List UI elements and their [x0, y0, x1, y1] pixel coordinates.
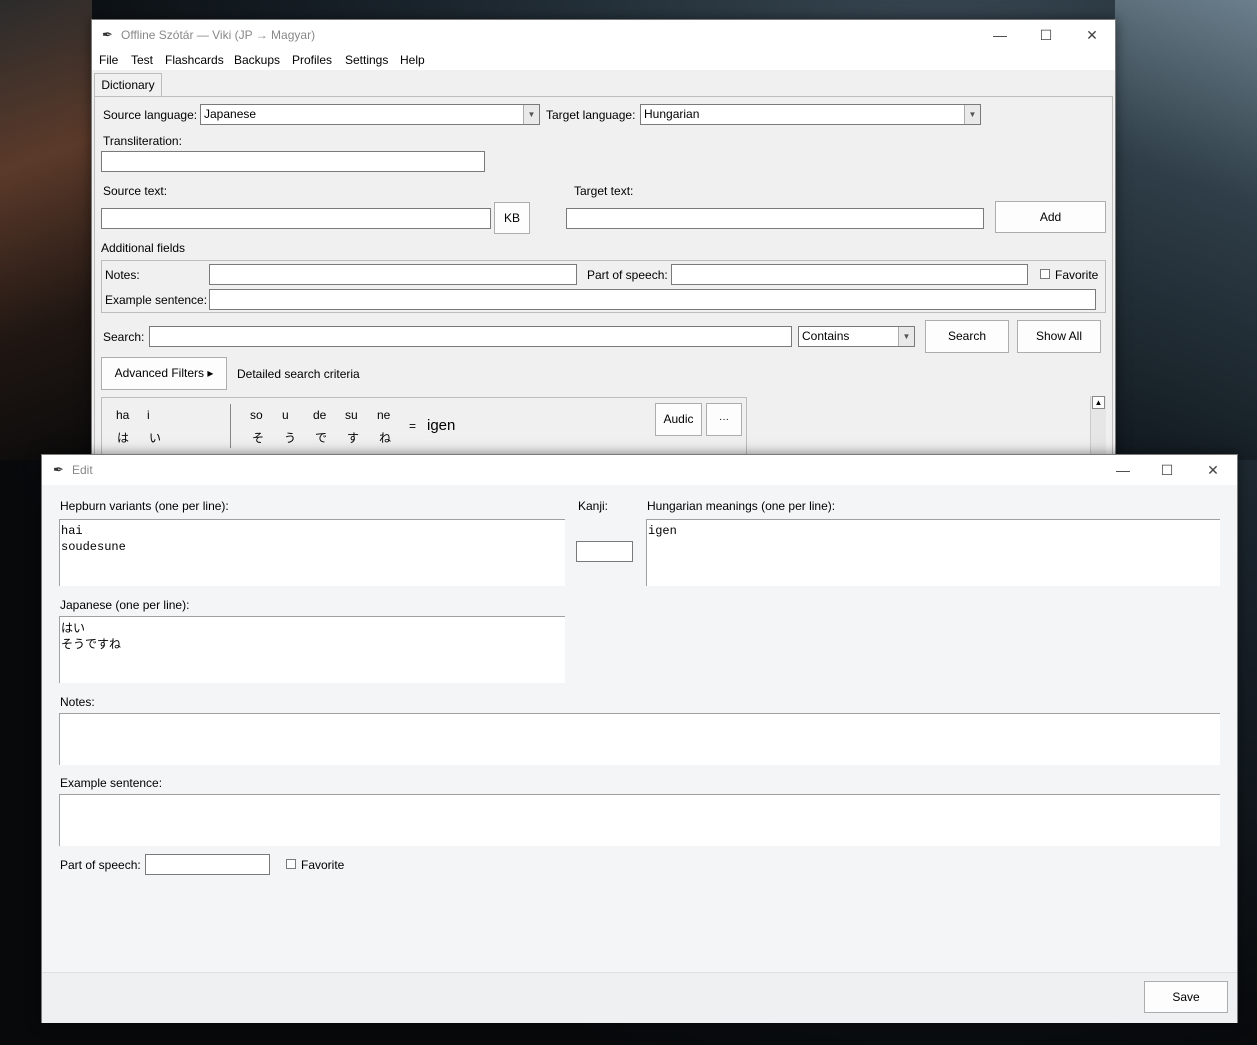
hungarian-textarea[interactable]: igen [646, 519, 1220, 586]
minimize-icon[interactable]: — [990, 25, 1010, 45]
hepburn-label: Hepburn variants (one per line): [60, 499, 229, 513]
chevron-down-icon[interactable]: ▼ [964, 105, 980, 124]
japanese-textarea[interactable]: はい そうですね [59, 616, 565, 683]
maximize-icon[interactable]: ☐ [1157, 460, 1177, 480]
japanese-label: Japanese (one per line): [60, 598, 190, 612]
edit-footer [42, 972, 1237, 1023]
results-scrollbar[interactable]: ▲ [1090, 396, 1106, 456]
romaji: ne [377, 408, 391, 422]
menu-flashcards[interactable]: Flashcards [165, 53, 224, 67]
notes-input[interactable] [209, 264, 577, 285]
source-language-value: Japanese [204, 107, 257, 121]
part-of-speech-label: Part of speech: [60, 858, 141, 872]
favorite-label: Favorite [301, 858, 345, 872]
additional-fields-label: Additional fields [101, 241, 186, 255]
source-text-label: Source text: [103, 184, 168, 198]
kana: は [117, 431, 130, 445]
chevron-down-icon[interactable]: ▼ [898, 327, 914, 346]
favorite-checkbox[interactable] [286, 859, 296, 869]
transliteration-input[interactable] [101, 151, 485, 172]
example-sentence-input[interactable] [209, 289, 1096, 310]
menu-settings[interactable]: Settings [345, 53, 388, 67]
notes-textarea[interactable] [59, 713, 1220, 765]
target-language-label: Target language: [546, 108, 636, 122]
search-mode-select[interactable]: Contains ▼ [798, 326, 915, 347]
menubar: File Test Flashcards Backups Profiles Se… [92, 50, 1115, 70]
tab-dictionary[interactable]: Dictionary [94, 73, 162, 97]
keyboard-button[interactable]: KB [494, 202, 530, 234]
romaji: i [147, 408, 150, 422]
kana: う [284, 431, 297, 445]
main-window-title: Offline Szótár — Viki (JP → Magyar) [121, 28, 316, 42]
feather-icon: ✒ [53, 462, 64, 477]
equals-sign: = [409, 419, 417, 433]
part-of-speech-input[interactable] [671, 264, 1028, 285]
menu-profiles[interactable]: Profiles [292, 53, 332, 67]
example-sentence-label: Example sentence: [60, 776, 163, 790]
hungarian-label: Hungarian meanings (one per line): [647, 499, 836, 513]
target-language-select[interactable]: Hungarian ▼ [640, 104, 981, 125]
chevron-down-icon[interactable]: ▼ [523, 105, 539, 124]
menu-file[interactable]: File [99, 53, 118, 67]
search-mode-value: Contains [802, 329, 850, 343]
close-icon[interactable]: ✕ [1082, 25, 1102, 45]
search-input[interactable] [149, 326, 792, 347]
menu-help[interactable]: Help [400, 53, 425, 67]
show-all-button[interactable]: Show All [1017, 320, 1101, 353]
hepburn-textarea[interactable]: hai soudesune [59, 519, 565, 586]
advanced-filters-button[interactable]: Advanced Filters ▸ [101, 357, 227, 390]
add-button[interactable]: Add [995, 201, 1106, 233]
audio-button[interactable]: Audic [655, 403, 702, 436]
target-text-input[interactable] [566, 208, 984, 229]
kana: で [315, 431, 328, 445]
source-text-input[interactable] [101, 208, 491, 229]
romaji: so [250, 408, 263, 422]
target-language-value: Hungarian [644, 107, 700, 121]
maximize-icon[interactable]: ☐ [1036, 25, 1056, 45]
close-icon[interactable]: ✕ [1203, 460, 1223, 480]
result-row[interactable]: ha は i い so そ u う de で su す ne ね = igen … [102, 398, 746, 454]
kana: ね [379, 431, 392, 445]
kanji-label: Kanji: [578, 499, 609, 513]
search-button[interactable]: Search [925, 320, 1009, 353]
search-label: Search: [103, 330, 145, 344]
scroll-up-icon[interactable]: ▲ [1092, 396, 1105, 409]
source-language-select[interactable]: Japanese ▼ [200, 104, 540, 125]
edit-window-title: Edit [72, 463, 93, 477]
notes-label: Notes: [105, 268, 140, 282]
part-of-speech-input[interactable] [145, 854, 270, 875]
edit-titlebar[interactable]: ✒ Edit — ☐ ✕ [42, 455, 1237, 485]
menu-test[interactable]: Test [131, 53, 153, 67]
notes-label: Notes: [60, 695, 95, 709]
example-sentence-label: Example sentence: [105, 293, 208, 307]
more-button[interactable]: ··· [706, 403, 742, 436]
favorite-checkbox[interactable] [1040, 269, 1050, 279]
kana: す [347, 431, 360, 445]
part-of-speech-label: Part of speech: [587, 268, 668, 282]
kana: そ [252, 431, 265, 445]
detailed-criteria-label: Detailed search criteria [237, 367, 360, 381]
desktop-wallpaper-left [0, 0, 92, 460]
menu-backups[interactable]: Backups [234, 53, 280, 67]
romaji: su [345, 408, 358, 422]
target-text-label: Target text: [574, 184, 634, 198]
desktop-wallpaper-right [1115, 0, 1257, 460]
save-button[interactable]: Save [1144, 981, 1228, 1013]
example-sentence-textarea[interactable] [59, 794, 1220, 846]
kana: い [149, 431, 162, 445]
main-titlebar[interactable]: ✒ Offline Szótár — Viki (JP → Magyar) — … [92, 20, 1115, 50]
source-language-label: Source language: [103, 108, 198, 122]
feather-icon: ✒ [102, 27, 113, 42]
main-window: ✒ Offline Szótár — Viki (JP → Magyar) — … [91, 19, 1116, 458]
result-divider [230, 404, 231, 448]
transliteration-label: Transliteration: [103, 134, 182, 148]
minimize-icon[interactable]: — [1113, 460, 1133, 480]
meaning: igen [427, 417, 456, 434]
romaji: ha [116, 408, 130, 422]
edit-window: ✒ Edit — ☐ ✕ Hepburn variants (one per l… [41, 454, 1238, 1023]
romaji: u [282, 408, 289, 422]
favorite-label: Favorite [1055, 268, 1099, 282]
kanji-input[interactable] [576, 541, 633, 562]
romaji: de [313, 408, 327, 422]
